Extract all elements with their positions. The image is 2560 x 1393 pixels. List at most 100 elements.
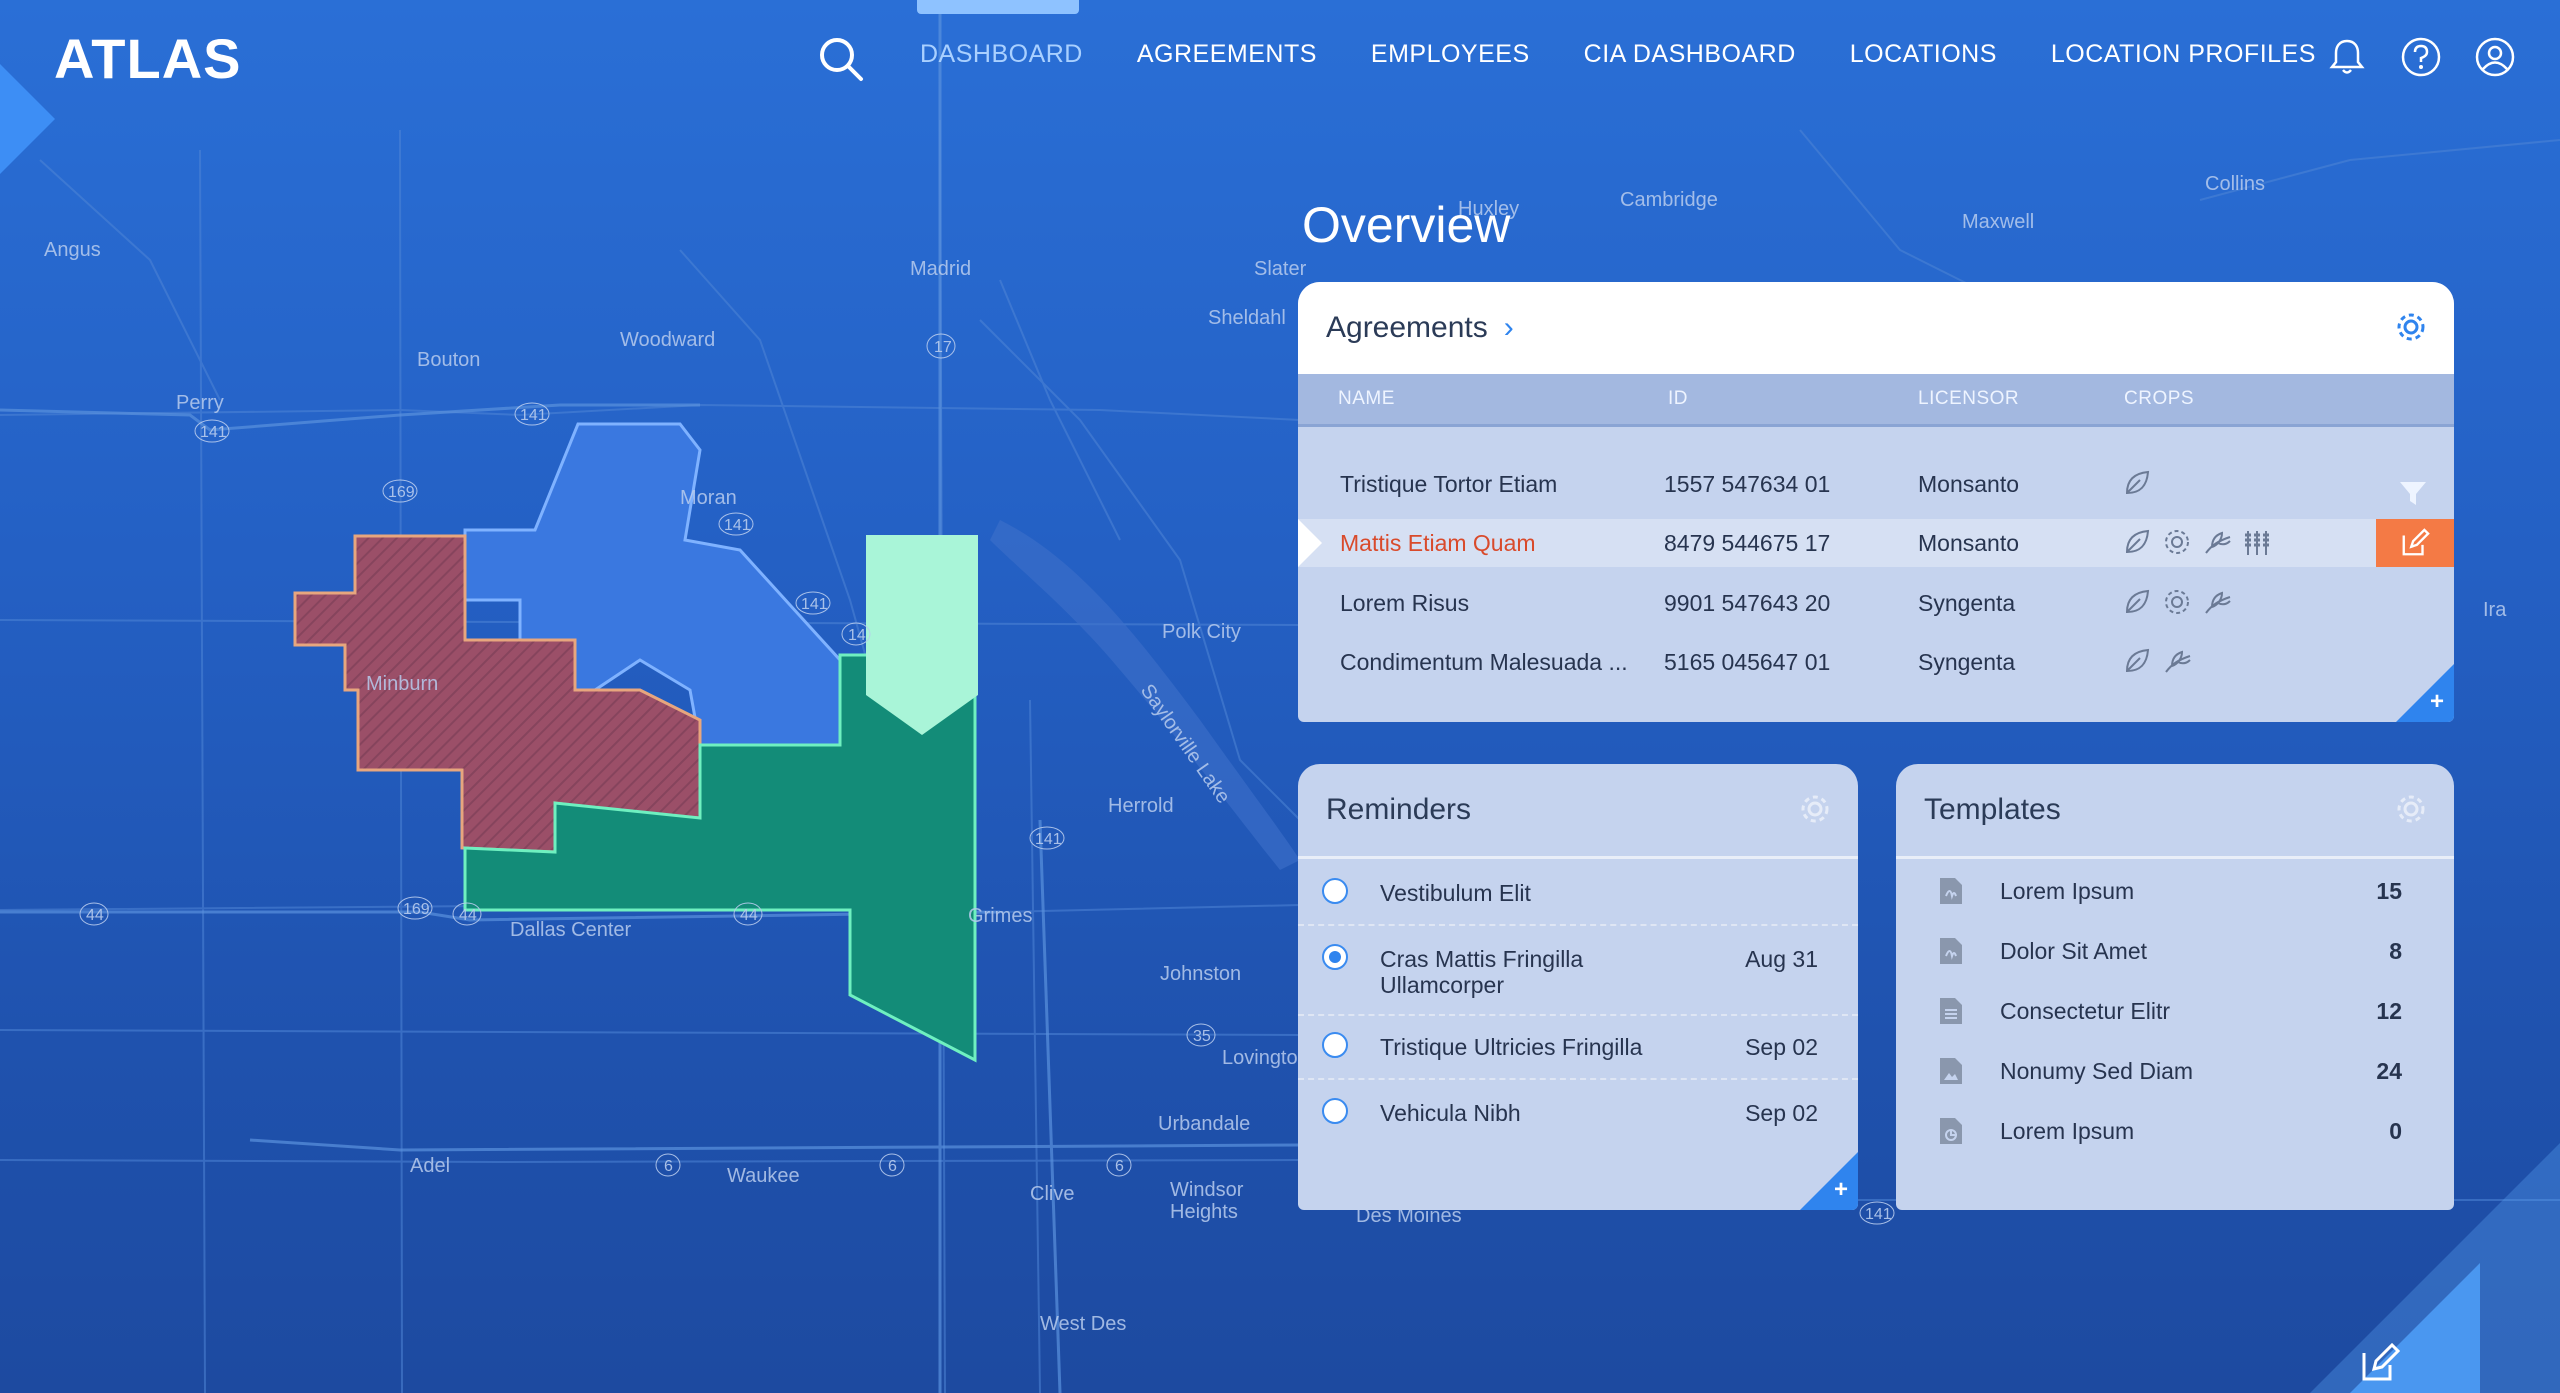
leaf-icon	[2125, 470, 2150, 495]
svg-text:6: 6	[888, 1158, 897, 1175]
nav-locations[interactable]: LOCATIONS	[1850, 40, 1997, 69]
svg-text:Saylorville Lake: Saylorville Lake	[1136, 680, 1234, 807]
active-nav-indicator	[917, 0, 1079, 14]
reminders-header: Reminders	[1298, 764, 1858, 859]
svg-text:Slater: Slater	[1254, 258, 1307, 280]
user-account-icon[interactable]	[2474, 36, 2516, 78]
bell-icon[interactable]	[2326, 36, 2368, 78]
list-item[interactable]: Cras Mattis Fringilla Ullamcorper Aug 31	[1298, 924, 1858, 1016]
col-name[interactable]: NAME	[1338, 388, 1395, 410]
text-document-icon	[1940, 998, 1962, 1024]
templates-title: Templates	[1924, 793, 2061, 826]
col-id[interactable]: ID	[1668, 388, 1688, 410]
list-item[interactable]: Vehicula Nibh Sep 02	[1298, 1080, 1858, 1144]
leaf-icon	[2125, 648, 2150, 673]
list-item[interactable]: Tristique Ultricies Fringilla Sep 02	[1298, 1014, 1858, 1080]
agreements-table-header: NAME ID LICENSOR CROPS	[1298, 374, 2454, 505]
edit-agreement-button[interactable]	[2376, 519, 2454, 567]
svg-text:141: 141	[200, 424, 227, 441]
seedling-icon	[2165, 650, 2191, 673]
svg-text:Cambridge: Cambridge	[1620, 189, 1718, 211]
svg-text:Bouton: Bouton	[417, 349, 480, 371]
leaf-icon	[2125, 529, 2150, 554]
nav-dashboard[interactable]: DASHBOARD	[920, 40, 1083, 69]
reminder-checkbox[interactable]	[1322, 944, 1348, 970]
gear-icon[interactable]	[1798, 792, 1832, 826]
svg-text:Minburn: Minburn	[366, 673, 438, 695]
selected-row-arrow	[1298, 519, 1322, 567]
svg-text:Waukee: Waukee	[727, 1165, 800, 1187]
svg-text:Grimes: Grimes	[968, 905, 1032, 927]
nav-employees[interactable]: EMPLOYEES	[1371, 40, 1530, 69]
reminder-checkbox[interactable]	[1322, 1098, 1348, 1124]
nav-agreements[interactable]: AGREEMENTS	[1137, 40, 1317, 69]
agreements-card: Agreements › NAME ID LICENSOR CROPS Tris…	[1298, 282, 2454, 722]
gear-icon[interactable]	[2394, 310, 2428, 344]
pdf-document-icon	[1940, 878, 1962, 904]
add-agreement-button[interactable]: +	[2430, 688, 2444, 716]
svg-text:Ira: Ira	[2483, 599, 2507, 621]
nav-cia-dashboard[interactable]: CIA DASHBOARD	[1584, 40, 1796, 69]
list-item[interactable]: Nonumy Sed Diam 24	[1896, 1040, 2454, 1100]
svg-text:141: 141	[1865, 1206, 1892, 1223]
list-item[interactable]: Vestibulum Elit	[1298, 860, 1858, 926]
svg-text:Sheldahl: Sheldahl	[1208, 307, 1286, 329]
atlas-logo[interactable]: ATLAS	[54, 26, 242, 91]
svg-text:Dallas Center: Dallas Center	[510, 919, 632, 941]
svg-text:141: 141	[1035, 831, 1062, 848]
list-item[interactable]: Dolor Sit Amet 8	[1896, 920, 2454, 980]
agreements-header: Agreements ›	[1298, 282, 2454, 374]
svg-text:Perry: Perry	[176, 392, 224, 414]
search-icon[interactable]	[816, 34, 866, 84]
svg-text:Heights: Heights	[1170, 1201, 1238, 1223]
svg-text:14: 14	[848, 627, 866, 644]
table-row[interactable]: Tristique Tortor Etiam 1557 547634 01 Mo…	[1298, 460, 2454, 508]
svg-text:44: 44	[86, 907, 104, 924]
svg-text:6: 6	[1115, 1158, 1124, 1175]
nav-location-profiles[interactable]: LOCATION PROFILES	[2051, 40, 2316, 69]
add-reminder-button[interactable]: +	[1834, 1176, 1848, 1204]
top-bar: ATLAS DASHBOARD AGREEMENTS EMPLOYEES CIA…	[0, 0, 2560, 120]
svg-text:Johnston: Johnston	[1160, 963, 1241, 985]
svg-text:Urbandale: Urbandale	[1158, 1113, 1250, 1135]
add-agreement-corner	[2396, 664, 2454, 722]
reminder-date: Sep 02	[1745, 1100, 1818, 1126]
leaf-icon	[2125, 589, 2150, 614]
chevron-right-icon[interactable]: ›	[1504, 311, 1514, 345]
svg-text:44: 44	[740, 907, 758, 924]
svg-text:35: 35	[1193, 1028, 1211, 1045]
svg-text:141: 141	[801, 596, 828, 613]
svg-text:Maxwell: Maxwell	[1962, 211, 2034, 233]
sunflower-icon	[2165, 530, 2189, 554]
reminders-title: Reminders	[1326, 793, 1472, 826]
gear-icon[interactable]	[2394, 792, 2428, 826]
seedling-icon	[2205, 591, 2231, 614]
svg-text:141: 141	[520, 407, 547, 424]
col-licensor[interactable]: LICENSOR	[1918, 388, 2019, 410]
svg-text:Lovington: Lovington	[1222, 1047, 1309, 1069]
reminder-date: Aug 31	[1745, 946, 1818, 972]
svg-text:Collins: Collins	[2205, 173, 2265, 195]
list-item[interactable]: Consectetur Elitr 12	[1896, 980, 2454, 1040]
reminder-checkbox[interactable]	[1322, 878, 1348, 904]
svg-text:17: 17	[934, 339, 952, 356]
image-document-icon	[1940, 1058, 1962, 1084]
reminder-checkbox[interactable]	[1322, 1032, 1348, 1058]
reminders-card: Reminders Vestibulum Elit Cras Mattis Fr…	[1298, 764, 1858, 1210]
svg-text:6: 6	[664, 1158, 673, 1175]
wheat-icon	[2245, 531, 2269, 555]
edit-icon[interactable]	[2360, 1342, 2401, 1383]
agreements-title[interactable]: Agreements	[1326, 311, 1488, 345]
table-row[interactable]: Condimentum Malesuada ... 5165 045647 01…	[1298, 638, 2454, 686]
list-item[interactable]: Lorem Ipsum 15	[1896, 860, 2454, 920]
svg-text:Adel: Adel	[410, 1155, 450, 1177]
svg-text:Herrold: Herrold	[1108, 795, 1174, 817]
svg-text:Woodward: Woodward	[620, 329, 715, 351]
chart-document-icon	[1940, 1118, 1962, 1144]
table-row[interactable]: Lorem Risus 9901 547643 20 Syngenta	[1298, 579, 2454, 627]
svg-text:Angus: Angus	[44, 239, 101, 261]
map-marker	[866, 535, 978, 735]
help-icon[interactable]	[2400, 36, 2442, 78]
table-row-selected[interactable]: Mattis Etiam Quam 8479 544675 17 Monsant…	[1298, 519, 2454, 567]
col-crops[interactable]: CROPS	[2124, 388, 2194, 410]
